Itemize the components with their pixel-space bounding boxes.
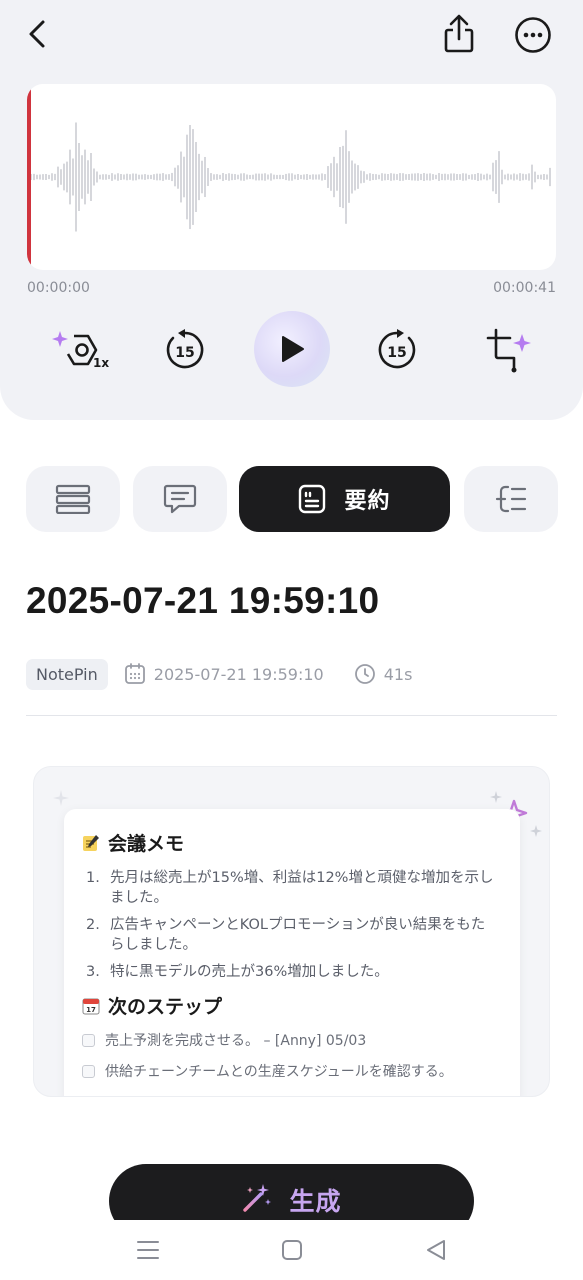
summary-icon (299, 484, 326, 514)
recording-date-text: 2025-07-21 19:59:10 (153, 664, 324, 684)
waveform-bars (30, 122, 551, 232)
tab-mindmap[interactable] (464, 466, 558, 532)
skip-back-button[interactable]: 15 (153, 318, 217, 382)
speed-button[interactable]: 1x (50, 318, 114, 382)
summary-preview-card[interactable]: 会議メモ 1. 先月は総売上が15%増、利益は12%増と頑健な増加を示しました。 … (33, 766, 550, 1097)
next-steps-title: 次のステップ (108, 996, 223, 1018)
ai-speed-icon: 1x (52, 331, 109, 370)
note-text: 特に黒モデルの売上が36%増加しました。 (110, 964, 389, 980)
meeting-notes-heading: 会議メモ (82, 829, 498, 856)
meeting-notes-list: 1. 先月は総売上が15%増、利益は12%増と頑健な増加を示しました。 2. 広告キ… (82, 868, 498, 982)
step-checkbox[interactable] (82, 1033, 95, 1047)
calendar-icon (124, 663, 145, 684)
calendar-emoji-icon: 17 (82, 997, 100, 1015)
magic-wand-icon (243, 1184, 272, 1212)
next-steps-heading: 17 次のステップ (82, 992, 498, 1019)
tab-transcript[interactable] (26, 466, 120, 532)
play-icon (282, 336, 304, 362)
memo-icon (82, 834, 100, 852)
note-number: 3. (86, 964, 100, 980)
summary-sheet: 会議メモ 1. 先月は総売上が15%増、利益は12%増と頑健な増加を示しました。 … (64, 809, 520, 1096)
note-number: 1. (86, 870, 100, 886)
step-item: 売上予測を完成させる。 – [Anny] 05/03 (82, 1030, 498, 1050)
ai-crop-icon (486, 328, 531, 373)
chat-icon (163, 484, 197, 514)
skip-forward-label: 15 (387, 345, 406, 361)
rewind-15-icon: 15 (166, 329, 204, 369)
back-button[interactable] (18, 14, 58, 54)
tab-summary[interactable]: 要約 (239, 466, 450, 532)
step-text: 供給チェーンチームとの生産スケジュールを確認する。 (105, 1064, 453, 1080)
step-checkbox[interactable] (82, 1064, 95, 1078)
chevron-left-icon (29, 20, 45, 48)
device-badge: NotePin (26, 658, 108, 690)
back-triangle-icon (427, 1240, 445, 1260)
meeting-notes-title: 会議メモ (108, 833, 185, 855)
divider (26, 715, 557, 716)
recording-date: 2025-07-21 19:59:10 (124, 663, 324, 685)
note-item: 3. 特に黒モデルの売上が36%増加しました。 (86, 962, 498, 982)
note-text: 先月は総売上が15%増、利益は12%増と頑健な増加を示しました。 (110, 870, 494, 906)
recording-title[interactable]: 2025-07-21 19:59:10 (26, 580, 379, 622)
skip-forward-button[interactable]: 15 (365, 318, 429, 382)
system-back-button[interactable] (423, 1238, 449, 1262)
tab-summary-label: 要約 (344, 489, 391, 514)
sparkle-icon (53, 790, 69, 806)
skip-back-label: 15 (175, 345, 194, 361)
current-time: 00:00:00 (27, 280, 90, 296)
step-item: 供給チェーンチームとの生産スケジュールを確認する。 (82, 1061, 498, 1081)
clock-icon (354, 664, 375, 684)
playhead[interactable] (27, 84, 31, 270)
mindmap-icon (495, 485, 527, 513)
more-icon (515, 17, 551, 53)
player-panel: 00:00:00 00:00:41 1x 15 15 (0, 0, 583, 420)
recording-meta: NotePin 2025-07-21 19:59:10 41s (26, 658, 412, 690)
forward-15-icon: 15 (378, 329, 416, 369)
home-square-icon (282, 1240, 302, 1260)
speed-label: 1x (93, 356, 109, 370)
recent-apps-button[interactable] (135, 1238, 161, 1262)
recording-detail-screen: 00:00:00 00:00:41 1x 15 15 要約 2025-07-21… (0, 0, 583, 1280)
tab-chat[interactable] (133, 466, 227, 532)
generate-label: 生成 (289, 1187, 342, 1216)
home-button[interactable] (279, 1238, 305, 1262)
note-item: 2. 広告キャンペーンとKOLプロモーションが良い結果をもたらしました。 (86, 915, 498, 955)
total-time: 00:00:41 (493, 280, 556, 296)
more-button[interactable] (512, 14, 554, 56)
system-nav-bar (0, 1220, 583, 1280)
recording-duration: 41s (354, 663, 413, 685)
ai-trim-button[interactable] (478, 318, 542, 382)
share-button[interactable] (438, 12, 480, 56)
note-text: 広告キャンペーンとKOLプロモーションが良い結果をもたらしました。 (110, 917, 486, 953)
recording-duration-text: 41s (383, 664, 413, 684)
note-number: 2. (86, 917, 100, 933)
waveform[interactable] (27, 84, 556, 270)
note-item: 1. 先月は総売上が15%増、利益は12%増と頑健な増加を示しました。 (86, 868, 498, 908)
menu-icon (137, 1241, 159, 1259)
play-button[interactable] (254, 311, 330, 387)
top-bar (0, 0, 583, 70)
step-text: 売上予測を完成させる。 – [Anny] 05/03 (105, 1033, 367, 1049)
share-icon (444, 14, 474, 53)
list-icon (55, 484, 91, 514)
svg-text:17: 17 (86, 1006, 96, 1014)
